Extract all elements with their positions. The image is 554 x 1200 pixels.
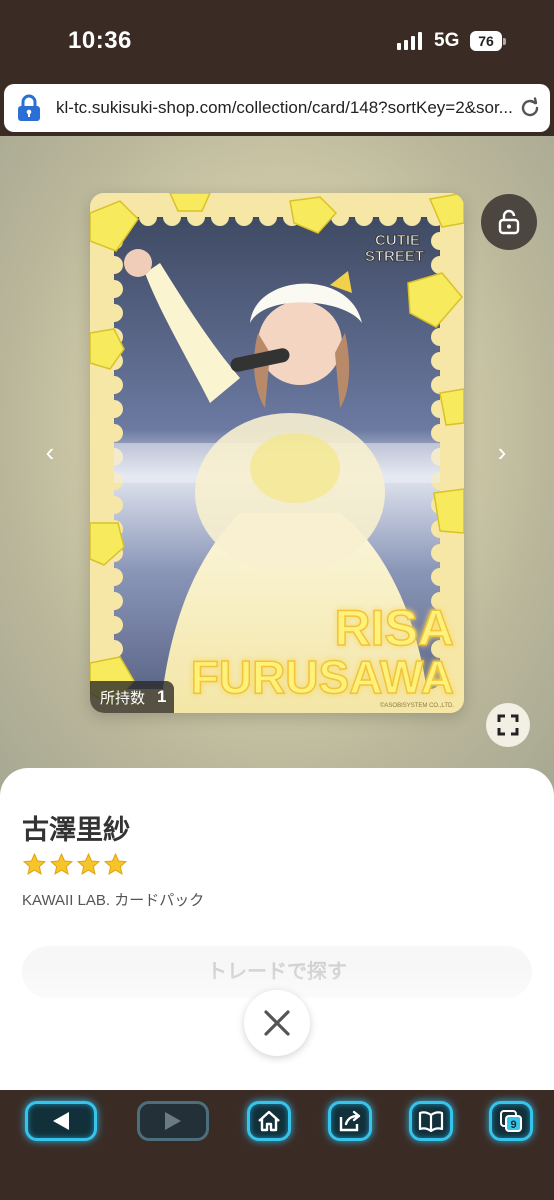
pack-name: KAWAII LAB. カードパック	[22, 892, 205, 909]
close-button[interactable]	[244, 990, 310, 1056]
signal-icon	[397, 32, 422, 50]
battery-level: 76	[470, 31, 502, 51]
battery-icon: 76	[470, 31, 506, 51]
tabs-button[interactable]: 9	[489, 1101, 533, 1141]
previous-card-arrow[interactable]: ‹	[40, 437, 60, 467]
close-icon	[264, 1010, 290, 1036]
brand-logo-line1: CUTIE	[375, 232, 420, 249]
network-type: 5G	[434, 30, 460, 51]
status-time: 10:36	[68, 27, 132, 54]
card-artwork: CUTIE STREET RISA FURUSAWA ©ASOBISYSTEM …	[90, 193, 464, 713]
trading-card[interactable]: CUTIE STREET RISA FURUSAWA ©ASOBISYSTEM …	[90, 193, 464, 713]
card-copyright: ©ASOBISYSTEM CO.,LTD.	[380, 702, 454, 709]
reload-icon[interactable]	[518, 96, 542, 120]
forward-arrow-icon	[165, 1112, 181, 1130]
member-name: 古澤里紗	[22, 815, 130, 845]
owned-label: 所持数	[100, 689, 146, 707]
share-icon	[339, 1110, 361, 1132]
share-button[interactable]	[328, 1101, 372, 1141]
home-button[interactable]	[247, 1101, 291, 1141]
status-bar: 10:36 5G 76	[0, 0, 554, 82]
back-button[interactable]	[25, 1101, 97, 1141]
card-name-first: RISA	[335, 600, 454, 656]
unlock-icon	[498, 209, 520, 235]
lock-toggle-button[interactable]	[481, 194, 537, 250]
card-name-last: FURUSAWA	[191, 651, 454, 703]
expand-icon	[497, 714, 519, 736]
star-icon	[103, 852, 128, 875]
bookmarks-button[interactable]	[409, 1101, 453, 1141]
padlock-icon	[18, 94, 40, 121]
star-icon	[76, 852, 101, 875]
url-text[interactable]: kl-tc.sukisuki-shop.com/collection/card/…	[56, 98, 516, 118]
address-bar[interactable]: kl-tc.sukisuki-shop.com/collection/card/…	[4, 84, 550, 132]
forward-button[interactable]	[137, 1101, 209, 1141]
owned-count-badge: 所持数 1	[90, 681, 174, 713]
star-icon	[49, 852, 74, 875]
tabs-icon: 9	[500, 1110, 522, 1132]
rarity-stars	[22, 852, 128, 877]
next-card-arrow[interactable]: ›	[492, 437, 512, 467]
tabs-count: 9	[510, 1119, 516, 1131]
fullscreen-button[interactable]	[486, 703, 530, 747]
back-arrow-icon	[53, 1112, 69, 1130]
book-icon	[418, 1111, 444, 1132]
star-icon	[22, 852, 47, 875]
owned-count: 1	[157, 687, 167, 706]
brand-logo-line2: STREET	[365, 248, 424, 265]
home-icon	[258, 1110, 280, 1132]
